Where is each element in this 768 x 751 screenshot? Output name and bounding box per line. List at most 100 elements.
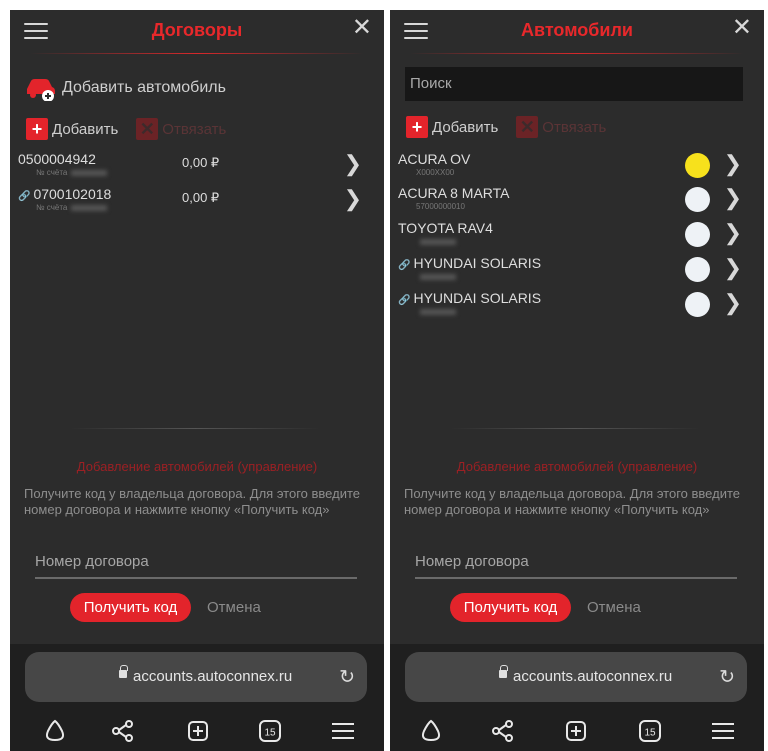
title-divider	[30, 53, 364, 54]
plus-icon: +	[406, 116, 428, 138]
add-car-button[interactable]: Добавить автомобиль	[24, 76, 226, 101]
contracts-screen: Договоры ✕ Добавить автомобиль + Добавит…	[10, 10, 384, 751]
section-description: Получите код у владельца договора. Для э…	[404, 486, 740, 517]
new-tab-icon[interactable]	[561, 716, 591, 746]
actions-bar: + Добавить ✕ Отвязать	[26, 118, 244, 140]
add-button[interactable]: + Добавить	[406, 116, 498, 138]
status-indicator	[685, 222, 710, 247]
chevron-right-icon[interactable]: ❯	[724, 257, 742, 279]
cars-screen: Автомобили ✕ Поиск + Добавить ✕ Отвязать…	[390, 10, 764, 751]
car-name: HYUNDAI SOLARIS	[413, 290, 542, 306]
car-name: ACURA OV	[398, 151, 471, 167]
browser-nav: 15	[390, 710, 764, 751]
car-row[interactable]: ACURA 8 MARTA 57000000010 ❯	[398, 185, 750, 219]
car-plate	[416, 272, 456, 281]
car-row[interactable]: 🔗 HYUNDAI SOLARIS ❯	[398, 290, 750, 324]
contract-balance: 0,00 ₽	[182, 155, 220, 170]
top-bar: Автомобили ✕	[390, 10, 764, 54]
chevron-right-icon[interactable]: ❯	[344, 188, 362, 210]
section-title: Добавление автомобилей (управление)	[456, 459, 698, 474]
car-name: ACURA 8 MARTA	[398, 185, 510, 201]
car-add-icon	[27, 79, 55, 101]
browser-menu-icon[interactable]	[328, 716, 358, 746]
close-icon[interactable]: ✕	[732, 16, 752, 40]
unlink-label: Отвязать	[542, 118, 607, 136]
browser-menu-icon[interactable]	[708, 716, 738, 746]
reload-icon[interactable]: ↻	[719, 666, 735, 689]
car-name: HYUNDAI SOLARIS	[413, 255, 542, 271]
chevron-right-icon[interactable]: ❯	[724, 292, 742, 314]
car-row[interactable]: TOYOTA RAV4 ❯	[398, 220, 750, 254]
account-label: № счёта	[36, 203, 108, 212]
reload-icon[interactable]: ↻	[339, 666, 355, 689]
svg-text:15: 15	[264, 728, 276, 739]
get-code-button[interactable]: Получить код	[70, 593, 191, 622]
lock-icon	[119, 665, 128, 678]
status-indicator	[685, 257, 710, 282]
car-row[interactable]: ACURA OV X000XX00 ❯	[398, 151, 750, 185]
add-label: Добавить	[52, 120, 119, 138]
account-label: № счёта	[36, 168, 108, 177]
link-icon: 🔗	[18, 191, 31, 202]
home-icon[interactable]	[40, 716, 70, 746]
car-name-wrap: 🔗 HYUNDAI SOLARIS	[398, 290, 541, 306]
search-input[interactable]: Поиск	[405, 67, 743, 101]
url-text: accounts.autoconnex.ru	[133, 668, 293, 685]
contract-number-input[interactable]: Номер договора	[35, 553, 357, 579]
share-icon[interactable]	[108, 716, 138, 746]
page-title: Договоры	[151, 20, 243, 40]
section-divider	[450, 428, 700, 429]
contract-number-wrap: 🔗 0700102018	[18, 186, 111, 202]
section-divider	[70, 428, 320, 429]
unlink-button[interactable]: ✕ Отвязать	[136, 118, 226, 140]
contract-balance: 0,00 ₽	[182, 190, 220, 205]
add-car-label: Добавить автомобиль	[62, 79, 226, 96]
section-description: Получите код у владельца договора. Для э…	[24, 486, 360, 517]
get-code-button[interactable]: Получить код	[450, 593, 571, 622]
unlink-icon: ✕	[516, 116, 539, 138]
status-indicator	[685, 187, 710, 212]
tabs-icon[interactable]: 15	[635, 716, 665, 746]
chevron-right-icon[interactable]: ❯	[724, 153, 742, 175]
cancel-button[interactable]: Отмена	[207, 599, 261, 616]
page-title: Автомобили	[521, 20, 633, 40]
home-icon[interactable]	[416, 716, 446, 746]
contract-row[interactable]: 🔗 0700102018 № счёта 0,00 ₽ ❯	[18, 186, 370, 220]
new-tab-icon[interactable]	[183, 716, 213, 746]
svg-text:15: 15	[644, 728, 656, 739]
plus-icon: +	[26, 118, 48, 140]
url-text: accounts.autoconnex.ru	[513, 668, 673, 685]
status-indicator	[685, 292, 710, 317]
add-button[interactable]: + Добавить	[26, 118, 118, 140]
add-label: Добавить	[432, 118, 499, 136]
link-icon: 🔗	[398, 295, 411, 306]
chevron-right-icon[interactable]: ❯	[724, 187, 742, 209]
url-bar[interactable]: accounts.autoconnex.ru ↻	[25, 652, 367, 702]
url-bar[interactable]: accounts.autoconnex.ru ↻	[405, 652, 747, 702]
browser-nav: 15	[10, 710, 384, 751]
unlink-icon: ✕	[136, 118, 159, 140]
tabs-icon[interactable]: 15	[255, 716, 285, 746]
contract-number-input[interactable]: Номер договора	[415, 553, 737, 579]
car-name: TOYOTA RAV4	[398, 220, 493, 236]
status-indicator	[685, 153, 710, 178]
link-icon: 🔗	[398, 260, 411, 271]
unlink-button[interactable]: ✕ Отвязать	[516, 116, 606, 138]
car-plate: 57000000010	[416, 202, 465, 211]
car-plate	[416, 307, 456, 316]
car-name-wrap: 🔗 HYUNDAI SOLARIS	[398, 255, 541, 271]
car-plate: X000XX00	[416, 168, 455, 177]
lock-icon	[499, 665, 508, 678]
car-row[interactable]: 🔗 HYUNDAI SOLARIS ❯	[398, 255, 750, 289]
chevron-right-icon[interactable]: ❯	[724, 222, 742, 244]
section-title: Добавление автомобилей (управление)	[76, 459, 318, 474]
unlink-label: Отвязать	[162, 120, 227, 138]
cancel-button[interactable]: Отмена	[587, 599, 641, 616]
contract-row[interactable]: 0500004942 № счёта 0,00 ₽ ❯	[18, 151, 370, 185]
share-icon[interactable]	[488, 716, 518, 746]
actions-bar: + Добавить ✕ Отвязать	[406, 116, 624, 138]
contract-number: 0500004942	[18, 151, 96, 167]
close-icon[interactable]: ✕	[352, 16, 372, 40]
chevron-right-icon[interactable]: ❯	[344, 153, 362, 175]
top-bar: Договоры ✕	[10, 10, 384, 54]
